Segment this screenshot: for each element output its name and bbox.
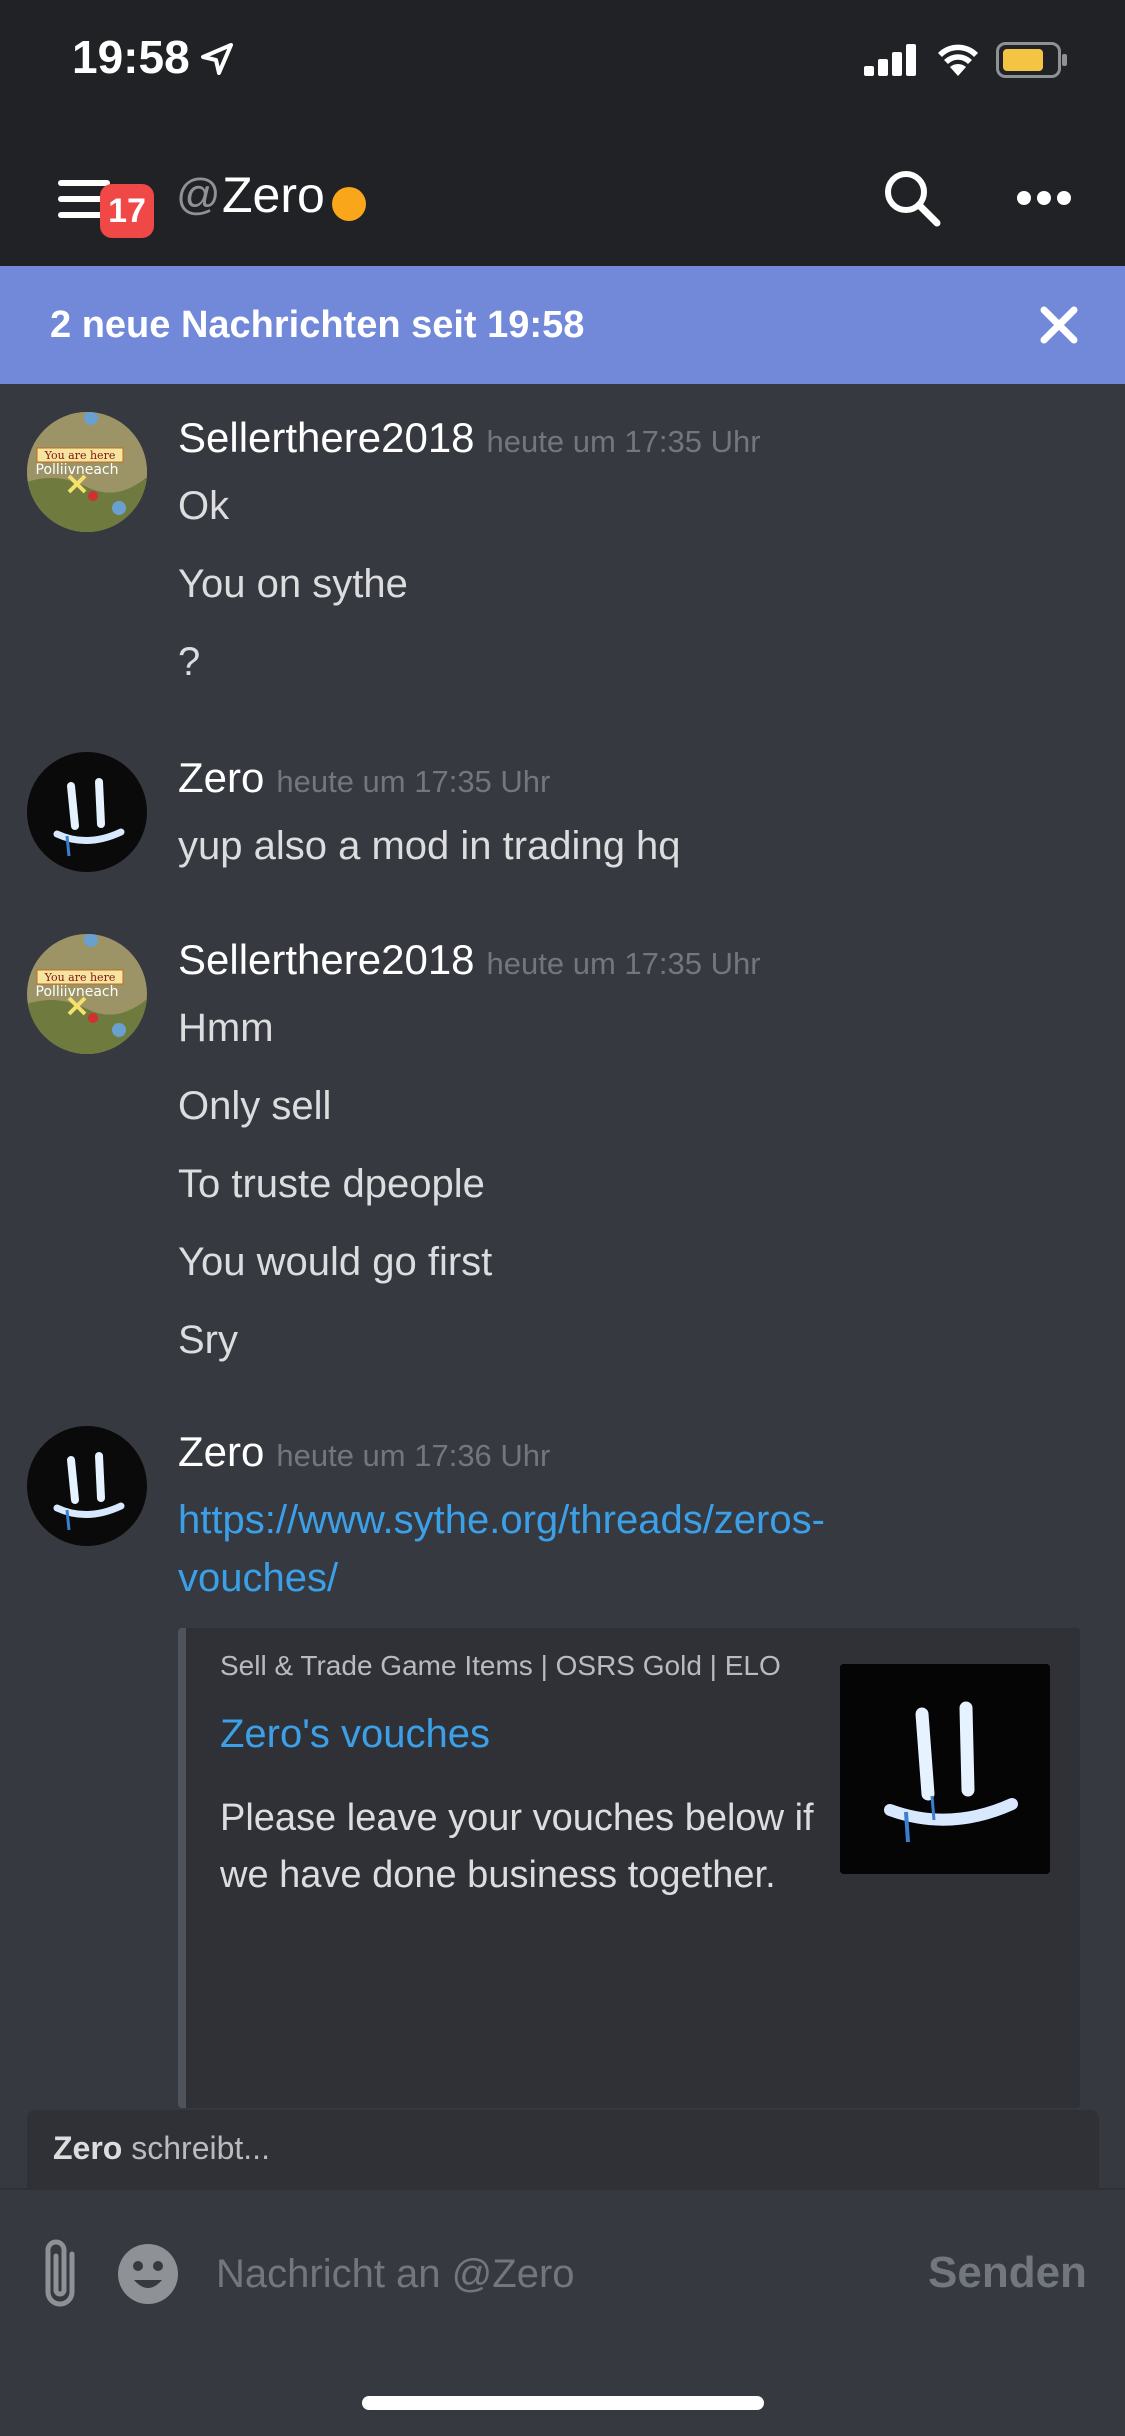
embed-title[interactable]: Zero's vouches: [220, 1712, 490, 1757]
channel-name: Zero: [222, 167, 325, 223]
wifi-icon: [938, 44, 978, 76]
avatar[interactable]: You are here Polliivneach: [27, 934, 147, 1054]
avatar[interactable]: You are here Polliivneach: [27, 412, 147, 532]
location-arrow-icon: [201, 43, 233, 75]
link-embed: Sell & Trade Game Items | OSRS Gold | EL…: [178, 1628, 1080, 2108]
message-timestamp: heute um 17:35 Uhr: [276, 764, 551, 799]
message-text: To truste dpeople: [178, 1162, 485, 1206]
message-link[interactable]: https://www.sythe.org/threads/zeros-: [178, 1498, 825, 1543]
message-author[interactable]: Sellerthere2018: [178, 936, 475, 983]
avatar[interactable]: [27, 1426, 147, 1546]
message-text: Ok: [178, 484, 230, 528]
message-text: You would go first: [178, 1240, 493, 1284]
avatar[interactable]: [27, 752, 147, 872]
more-options-icon[interactable]: [1016, 190, 1072, 206]
channel-header: 17 @ Zero: [0, 124, 1125, 266]
cellular-signal-icon: [864, 44, 916, 76]
emoji-icon[interactable]: [116, 2234, 180, 2314]
at-symbol: @: [176, 170, 221, 219]
send-button[interactable]: Senden: [928, 2248, 1087, 2298]
avatar-map-place: Polliivneach: [36, 984, 119, 1000]
message-author[interactable]: Zero: [178, 1428, 264, 1475]
message-input[interactable]: [216, 2234, 876, 2314]
message-text: ?: [178, 640, 201, 684]
search-icon[interactable]: [882, 168, 942, 228]
message-timestamp: heute um 17:35 Uhr: [486, 946, 761, 981]
typing-indicator: Zero schreibt...: [27, 2110, 1099, 2188]
paperclip-icon[interactable]: [36, 2234, 86, 2314]
avatar-map-place: Polliivneach: [36, 462, 119, 478]
message-link[interactable]: vouches/: [178, 1556, 338, 1601]
message-author[interactable]: Sellerthere2018: [178, 414, 475, 461]
message-timestamp: heute um 17:36 Uhr: [276, 1438, 551, 1473]
close-icon[interactable]: [1038, 304, 1080, 346]
avatar-map-label: You are here: [44, 971, 116, 984]
embed-description: Please leave your vouches below if we ha…: [220, 1797, 814, 1896]
embed-provider: Sell & Trade Game Items | OSRS Gold | EL…: [220, 1650, 781, 1681]
message-text: yup also a mod in trading hq: [178, 824, 681, 868]
typing-user: Zero: [53, 2130, 123, 2166]
new-messages-bar[interactable]: 2 neue Nachrichten seit 19:58: [0, 266, 1125, 384]
new-messages-text: 2 neue Nachrichten seit 19:58: [50, 304, 585, 346]
message-text: Hmm: [178, 1006, 274, 1050]
home-indicator[interactable]: [362, 2396, 764, 2410]
avatar-map-label: You are here: [44, 449, 116, 462]
message-text: You on sythe: [178, 562, 408, 606]
battery-icon: [996, 42, 1067, 78]
unread-badge: 17: [100, 184, 154, 238]
status-time: 19:58: [72, 31, 190, 83]
idle-status-icon: [332, 187, 366, 221]
message-text: Sry: [178, 1318, 238, 1362]
message-timestamp: heute um 17:35 Uhr: [486, 424, 761, 459]
message-author[interactable]: Zero: [178, 754, 264, 801]
message-text: Only sell: [178, 1084, 332, 1128]
typing-suffix: schreibt...: [122, 2130, 270, 2166]
embed-thumbnail[interactable]: [840, 1664, 1050, 1874]
status-bar: 19:58: [0, 0, 1125, 124]
